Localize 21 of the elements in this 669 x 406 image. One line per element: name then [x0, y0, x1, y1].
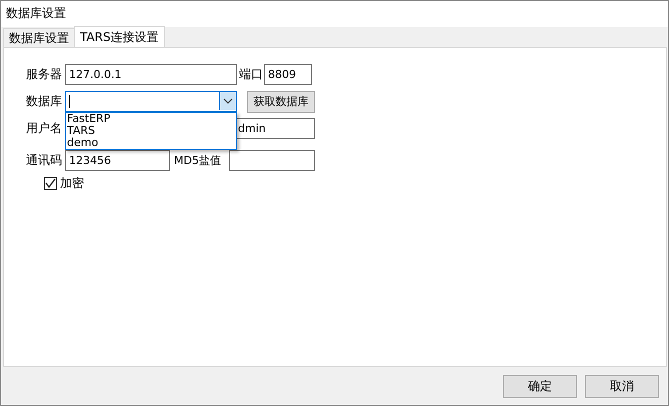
chevron-down-icon[interactable]	[219, 92, 236, 110]
field-label: 用户名	[26, 120, 63, 137]
fetch-database-button[interactable]: 获取数据库	[247, 90, 315, 112]
dropdown-option[interactable]: demo	[66, 137, 236, 149]
tab[interactable]: 数据库设置	[3, 28, 75, 47]
window-title: 数据库设置	[1, 1, 668, 27]
checkbox-label: 加密	[60, 175, 84, 192]
field-label: 服务器	[26, 66, 63, 83]
ok-button[interactable]: 确定	[503, 374, 577, 398]
code-field[interactable]: 123456	[65, 150, 170, 171]
field-label: 通讯码	[26, 152, 63, 169]
field-label: 数据库	[26, 93, 63, 110]
field-label: MD5盐值	[174, 153, 222, 168]
salt-field[interactable]	[229, 150, 315, 171]
server-field[interactable]: 127.0.0.1	[65, 64, 237, 85]
port-field[interactable]: 8809	[264, 64, 312, 85]
cancel-button[interactable]: 取消	[585, 374, 659, 398]
database-combobox[interactable]	[65, 91, 237, 112]
tab[interactable]: TARS连接设置	[74, 26, 165, 47]
field-label: 端口	[239, 66, 263, 83]
checkbox[interactable]	[44, 177, 57, 190]
